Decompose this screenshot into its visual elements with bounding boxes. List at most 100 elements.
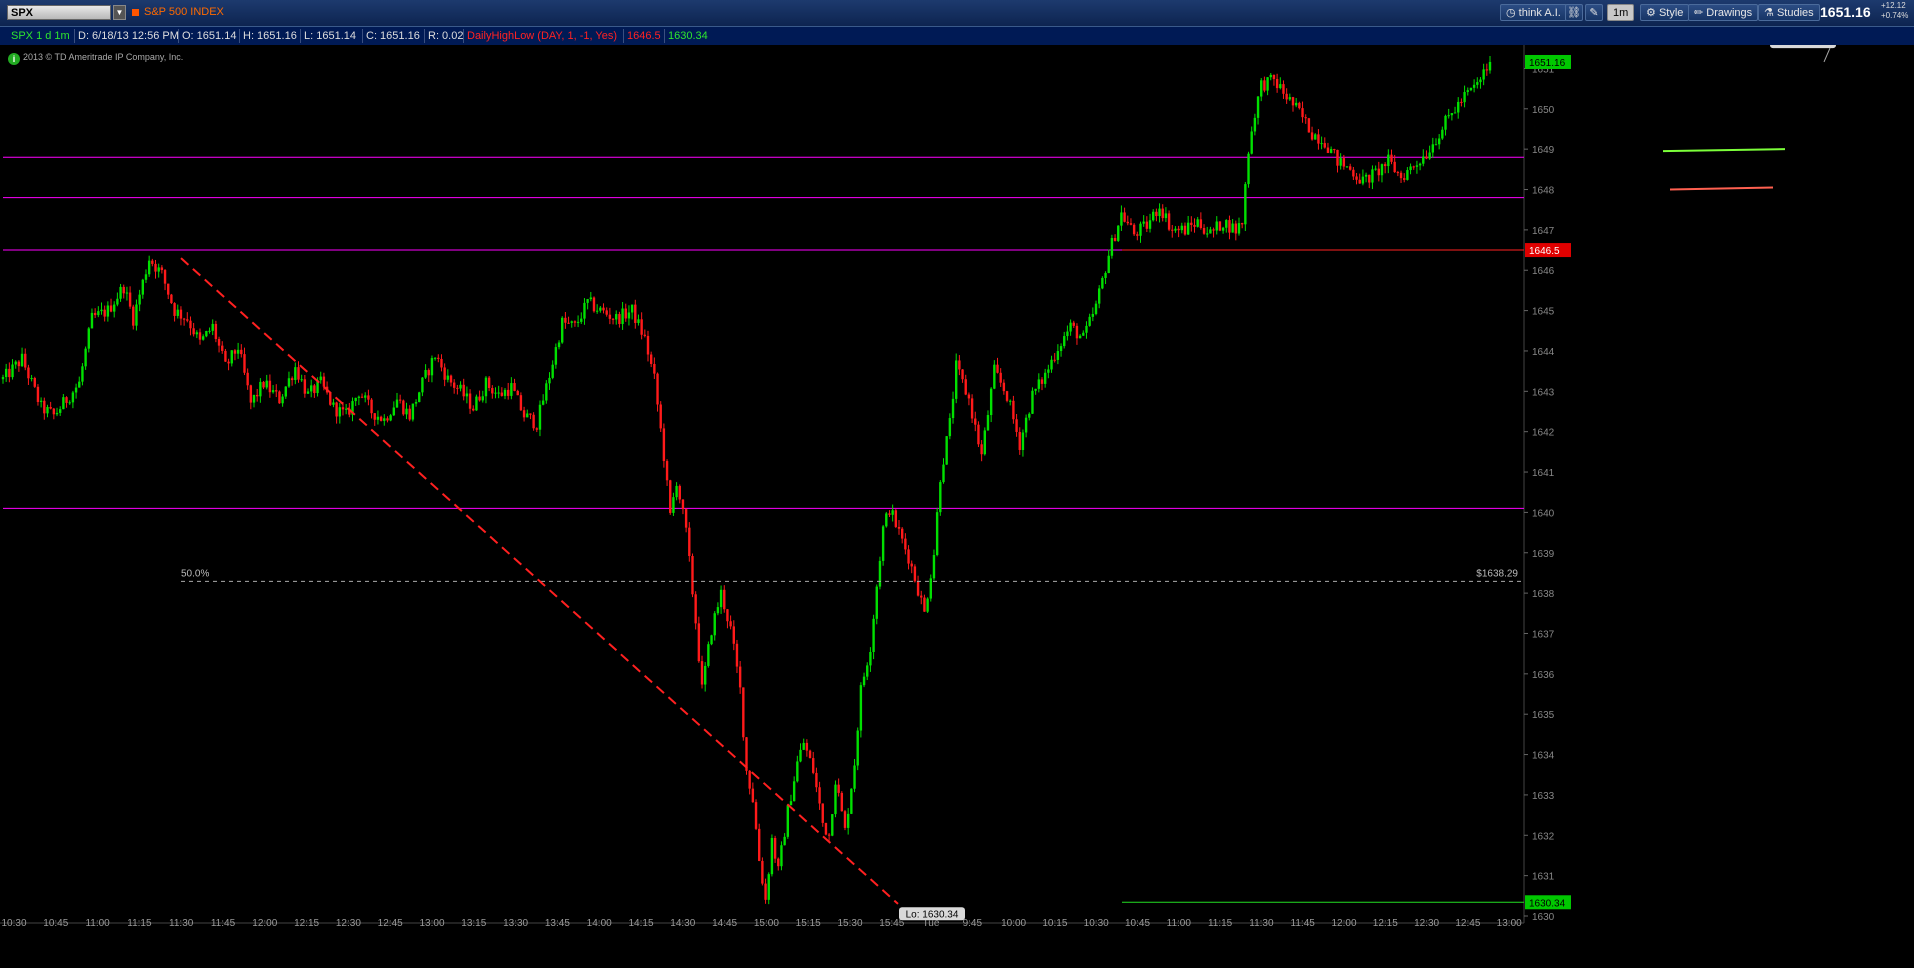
candle-body (980, 444, 983, 455)
candle-body (297, 367, 300, 380)
symbol-input[interactable]: SPX (7, 5, 111, 20)
candle-body (955, 360, 958, 399)
candle-body (122, 286, 125, 294)
candle-body (1174, 228, 1177, 231)
y-tick-label: 1643 (1532, 387, 1555, 398)
candle-body (449, 375, 453, 383)
candle-body (1069, 322, 1072, 332)
candle-body (74, 387, 78, 393)
candle-body (694, 594, 697, 624)
y-tick-label: 1637 (1532, 629, 1555, 640)
symbol-dropdown-icon[interactable]: ▼ (113, 5, 126, 20)
x-tick-label: 12:15 (1373, 918, 1398, 929)
candle-body (367, 395, 370, 400)
lo-label: Lo: 1630.34 (906, 909, 959, 920)
candle-body (656, 373, 659, 405)
candle-body (494, 392, 497, 394)
candle-body (265, 380, 268, 388)
y-tick-label: 1648 (1532, 186, 1555, 197)
candle-body (920, 595, 923, 598)
candle-body (999, 372, 1002, 383)
candle-body (1260, 80, 1263, 97)
candle-body (421, 377, 424, 393)
candle-body (322, 376, 326, 387)
candle-body (1043, 372, 1047, 384)
x-tick-label: 10:30 (1084, 918, 1109, 929)
candle-body (1059, 346, 1063, 352)
candle-body (1082, 332, 1085, 336)
x-tick-label: 14:15 (628, 918, 653, 929)
candle-body (551, 364, 554, 378)
candle-body (789, 801, 793, 806)
price-chart[interactable]: 1630 1631 1632 1633 1634 1635 1636 1637 1638 1639… (0, 45, 1914, 968)
daily-high-bubble: 1646.5 (1529, 246, 1560, 257)
candle-body (840, 792, 844, 812)
candle-body (221, 345, 224, 351)
x-tick-label: 10:30 (1, 918, 26, 929)
timeframe-button[interactable]: 1m (1607, 4, 1635, 21)
candle-body (1304, 117, 1307, 119)
candle-body (907, 549, 910, 564)
candle-body (125, 292, 129, 294)
candle-body (700, 661, 704, 685)
x-tick-label: 11:15 (127, 918, 152, 929)
think-ai-button[interactable]: ◷ think A.I. (1500, 4, 1567, 21)
candle-body (786, 805, 790, 837)
candle-body (1250, 131, 1253, 154)
candle-body (586, 299, 589, 303)
link-icon[interactable]: ⛓ (1565, 4, 1583, 21)
candle-body (1206, 233, 1209, 235)
style-button[interactable]: ⚙ Style (1640, 4, 1690, 21)
candle-body (46, 406, 49, 414)
candle-body (1472, 84, 1476, 88)
symbol-color-swatch (132, 9, 139, 16)
candle-body (1012, 400, 1015, 420)
x-tick-label: 13:45 (545, 918, 570, 929)
candle-body (275, 390, 278, 392)
y-tick-label: 1630 (1532, 912, 1555, 923)
candle-body (1291, 97, 1295, 106)
study-label[interactable]: DailyHighLow (DAY, 1, -1, Yes) (463, 29, 620, 43)
candle-body (913, 566, 917, 582)
candle-body (1358, 179, 1361, 184)
hi-label: Hi: 1651.16 (1777, 45, 1829, 48)
candle-body (630, 304, 634, 313)
candle-body (33, 378, 36, 387)
resistance-line (1662, 148, 1786, 153)
candle-body (691, 556, 694, 595)
y-tick-label: 1647 (1532, 226, 1555, 237)
candle-body (93, 312, 97, 316)
x-tick-label: 10:15 (1042, 918, 1067, 929)
candle-body (1094, 303, 1098, 315)
candle-body (341, 407, 345, 410)
candle-body (408, 408, 411, 420)
candle-body (834, 784, 837, 815)
candle-body (443, 367, 446, 380)
candle-body (303, 379, 307, 394)
x-tick-label: 15:30 (837, 918, 862, 929)
candle-body (189, 320, 192, 329)
candle-body (1040, 379, 1044, 384)
candle-body (1380, 164, 1384, 176)
candle-body (837, 784, 840, 793)
x-tick-label: 14:30 (670, 918, 695, 929)
candle-body (376, 416, 380, 420)
candle-body (1155, 211, 1158, 217)
candle-body (1225, 220, 1228, 228)
candle-body (1361, 176, 1365, 184)
candle-body (669, 480, 672, 513)
candle-body (1085, 325, 1088, 333)
candle-body (608, 314, 612, 319)
candle-body (1167, 213, 1171, 230)
candle-body (764, 883, 767, 900)
candle-body (815, 772, 818, 788)
candle-body (970, 398, 974, 419)
studies-button[interactable]: ⚗ Studies (1758, 4, 1820, 21)
candle-body (357, 396, 361, 398)
candle-body (195, 332, 199, 335)
toolbar: SPX ▼ S&P 500 INDEX ◷ think A.I. ⛓ ✎ 1m … (0, 0, 1914, 27)
candle-body (1221, 227, 1225, 231)
drawings-button[interactable]: ✏ Drawings (1688, 4, 1759, 21)
candle-body (392, 407, 396, 416)
wrench-icon[interactable]: ✎ (1585, 4, 1603, 21)
